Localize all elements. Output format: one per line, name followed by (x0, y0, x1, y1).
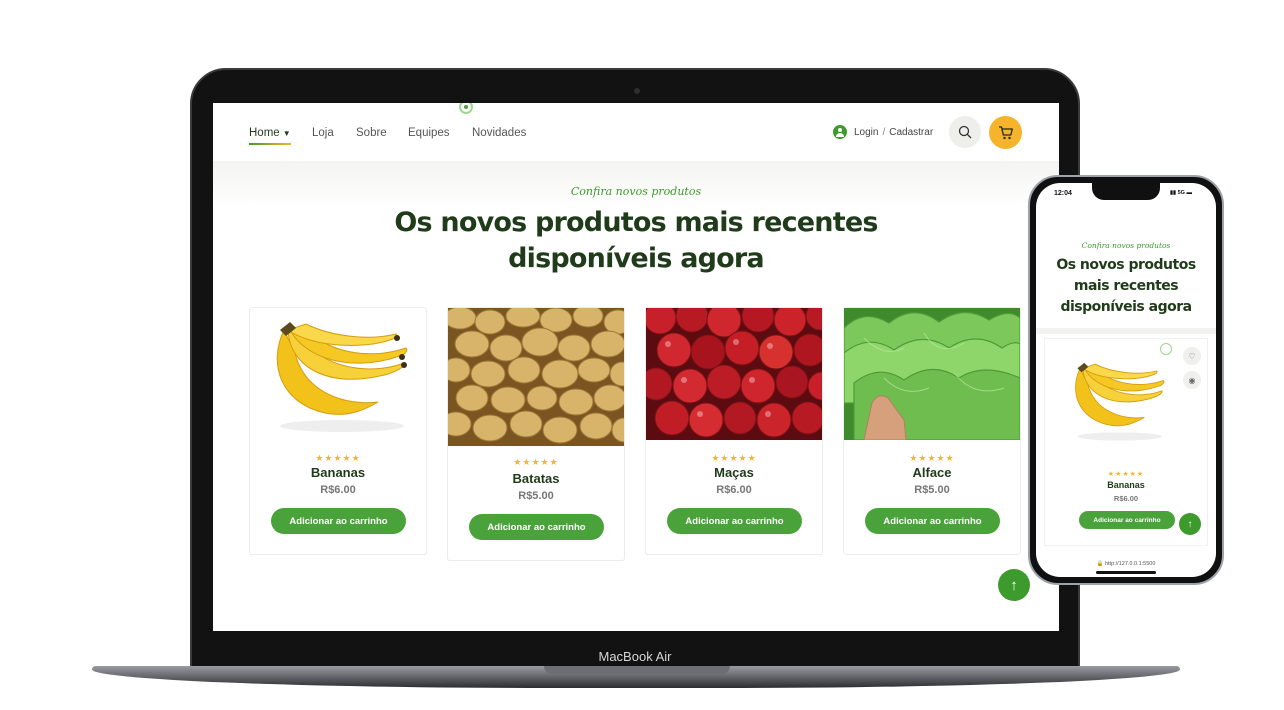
laptop-hinge-notch (544, 666, 730, 674)
product-price: R$6.00 (716, 484, 752, 496)
phone-notch (1092, 183, 1160, 200)
laptop-frame: Home ▼ Loja Sobre Equipes Novidades Login… (190, 68, 1080, 672)
product-name: Bananas (1107, 480, 1145, 490)
nav-item-equipes[interactable]: Equipes (408, 127, 450, 139)
nav-item-loja[interactable]: Loja (312, 127, 334, 139)
product-card: ★★★★★ Alface R$5.00 Adicionar ao carrinh… (843, 307, 1021, 555)
add-to-cart-button[interactable]: Adicionar ao carrinho (667, 508, 802, 534)
product-card: ★★★★★ Bananas R$6.00 Adicionar ao carrin… (249, 307, 427, 555)
product-image-bananas[interactable] (1057, 351, 1177, 456)
battery-icon: ▬ (1186, 190, 1192, 196)
heart-icon[interactable]: ♡ (1183, 347, 1201, 365)
section-title: Os novos produtos mais recentes disponív… (213, 205, 1059, 277)
search-icon (958, 125, 972, 139)
nav-item-novidades[interactable]: Novidades (472, 127, 526, 139)
active-nav-underline (249, 143, 291, 145)
nav-item-label: Home (249, 127, 280, 139)
section-title-line: Os novos produtos (1056, 257, 1196, 273)
browser-url[interactable]: 🔒 http://127.0.0.1:5500 (1036, 561, 1216, 567)
rating-stars: ★★★★★ (513, 457, 559, 467)
separator: / (882, 127, 886, 138)
laptop-model-label: MacBook Air (598, 649, 672, 664)
scroll-to-top-button[interactable]: ↑ (1179, 513, 1201, 535)
eye-icon[interactable]: ◉ (1183, 371, 1201, 389)
product-price: R$6.00 (320, 484, 356, 496)
section-title-line: disponíveis agora (508, 243, 764, 274)
section-title-line: Os novos produtos mais recentes (394, 207, 878, 238)
network-label: 5G (1177, 190, 1185, 196)
divider (1036, 328, 1216, 334)
user-icon (833, 125, 847, 139)
product-name: Batatas (512, 471, 560, 486)
search-button[interactable] (949, 116, 981, 148)
signal-icon: ▮▮ (1170, 190, 1177, 196)
product-name: Bananas (310, 465, 366, 480)
rating-stars: ★★★★★ (1107, 471, 1145, 478)
rating-stars: ★★★★★ (315, 453, 361, 463)
product-image-bananas[interactable] (250, 308, 426, 448)
login-link[interactable]: Login (854, 127, 878, 138)
cart-button[interactable] (989, 116, 1022, 149)
chevron-down-icon: ▼ (282, 129, 291, 138)
rating-stars: ★★★★★ (909, 453, 955, 463)
nav-item-home[interactable]: Home ▼ (249, 127, 291, 139)
product-price: R$5.00 (914, 484, 950, 496)
cart-icon (998, 125, 1013, 139)
add-to-cart-button[interactable]: Adicionar ao carrinho (1079, 511, 1175, 529)
product-price: R$6.00 (1113, 494, 1139, 503)
product-name: Maças (714, 465, 754, 480)
product-card: ★★★★★ Maças R$6.00 Adicionar ao carrinho (645, 307, 823, 555)
add-to-cart-button[interactable]: Adicionar ao carrinho (271, 508, 406, 534)
signup-link[interactable]: Cadastrar (889, 127, 933, 138)
product-price: R$5.00 (518, 490, 554, 502)
home-indicator (1096, 571, 1156, 574)
status-bar-signal: ▮▮ 5G ▬ (1170, 190, 1192, 196)
product-image-macas[interactable] (646, 308, 822, 440)
phone-frame: 12:04 ▮▮ 5G ▬ Confira novos produtos Os … (1028, 175, 1224, 585)
product-image-alface[interactable] (844, 308, 1020, 440)
laptop-screen: Home ▼ Loja Sobre Equipes Novidades Login… (213, 103, 1059, 631)
product-card: ★★★★★ Batatas R$5.00 Adicionar ao carrin… (447, 307, 625, 561)
status-bar-time: 12:04 (1054, 190, 1072, 197)
main-nav: Home ▼ Loja Sobre Equipes Novidades Login… (213, 103, 1059, 161)
product-name: Alface (912, 465, 952, 480)
product-card: ♡ ◉ ★★★★★ Bananas R$6.00 Adicionar ao ca… (1044, 338, 1208, 546)
decorative-dot-icon (459, 103, 473, 114)
add-to-cart-button[interactable]: Adicionar ao carrinho (865, 508, 1000, 534)
section-title-line: disponíveis agora (1060, 299, 1192, 315)
section-title: Os novos produtos mais recentes disponív… (1036, 255, 1216, 318)
account-links: Login / Cadastrar (854, 127, 933, 138)
phone-screen: 12:04 ▮▮ 5G ▬ Confira novos produtos Os … (1036, 183, 1216, 577)
camera-dot (634, 88, 640, 94)
nav-item-sobre[interactable]: Sobre (356, 127, 387, 139)
add-to-cart-button[interactable]: Adicionar ao carrinho (469, 514, 604, 540)
product-image-batatas[interactable] (448, 308, 624, 446)
lock-icon: 🔒 (1096, 561, 1104, 567)
section-subtitle: Confira novos produtos (570, 185, 702, 198)
section-title-line: mais recentes (1073, 278, 1179, 294)
scroll-to-top-button[interactable]: ↑ (998, 569, 1030, 601)
rating-stars: ★★★★★ (711, 453, 757, 463)
arrow-up-icon: ↑ (1187, 518, 1193, 530)
url-text: http://127.0.0.1:5500 (1104, 561, 1156, 567)
section-subtitle: Confira novos produtos (1081, 241, 1171, 250)
arrow-up-icon: ↑ (1010, 576, 1018, 594)
